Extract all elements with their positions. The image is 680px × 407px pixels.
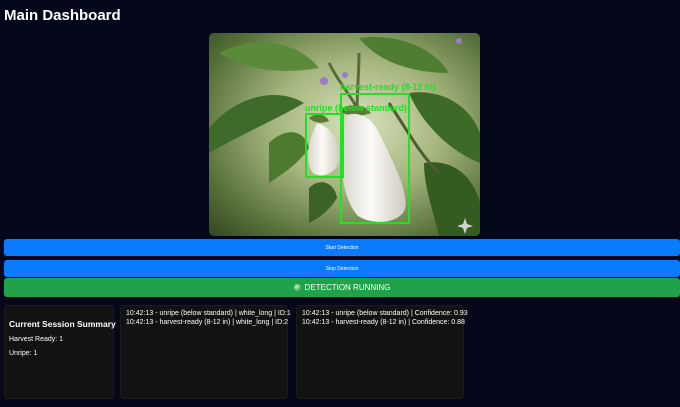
session-summary-panel: Current Session Summary Harvest Ready: 1…	[4, 305, 116, 399]
unripe-count: Unripe: 1	[9, 350, 38, 357]
status-dot-icon	[293, 284, 301, 291]
stop-detection-button[interactable]: Stop Detection	[4, 260, 680, 277]
log-entry: 10:42:13 - unripe (below standard) | Con…	[302, 310, 468, 317]
log-entry: 10:42:13 - harvest-ready (8-12 in) | Con…	[302, 318, 465, 326]
detection-status-label: DETECTION RUNNING	[304, 283, 391, 292]
detection-box-unripe	[305, 113, 344, 178]
detection-status-bar: DETECTION RUNNING	[4, 278, 680, 297]
start-detection-button[interactable]: Start Detection	[4, 239, 680, 256]
page-title: Main Dashboard	[4, 7, 121, 24]
log-entry: 10:42:13 - unripe (below standard) | whi…	[126, 310, 291, 317]
summary-title: Current Session Summary	[9, 319, 116, 329]
detection-log-panel: 10:42:13 - unripe (below standard) | whi…	[120, 305, 291, 399]
confidence-log-panel: 10:42:13 - unripe (below standard) | Con…	[296, 305, 468, 399]
detection-label-unripe: unripe (below standard)	[305, 103, 408, 113]
camera-feed: unripe (below standard) harvest-ready (8…	[209, 33, 480, 236]
log-entry: 10:42:13 - harvest-ready (8-12 in) | whi…	[126, 318, 288, 326]
detection-label-harvest-ready: harvest-ready (8-12 in)	[340, 82, 437, 92]
harvest-ready-count: Harvest Ready: 1	[9, 336, 64, 343]
